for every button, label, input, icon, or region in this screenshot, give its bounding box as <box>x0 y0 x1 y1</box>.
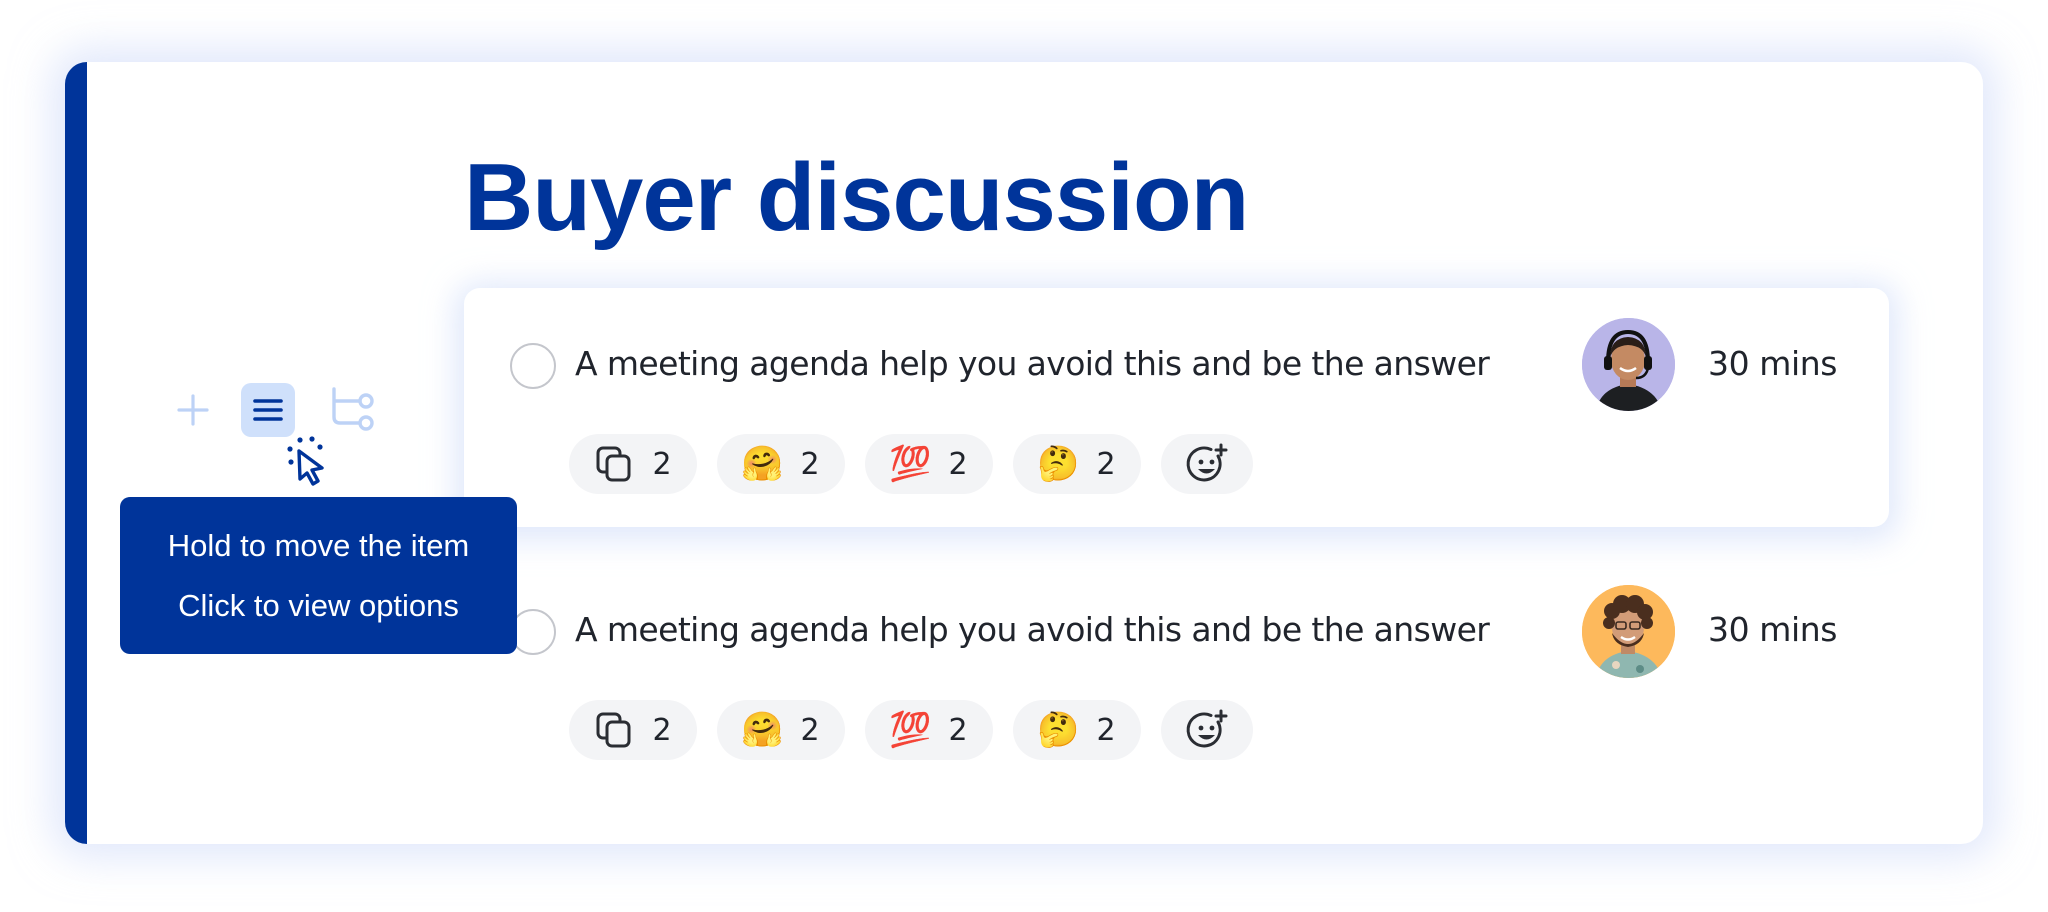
click-cursor-icon <box>287 436 324 486</box>
reaction-pill-hugging-face[interactable]: 🤗 2 <box>717 434 845 494</box>
hundred-points-emoji: 💯 <box>889 710 932 750</box>
reaction-count: 2 <box>800 712 820 748</box>
drag-handle-button[interactable] <box>241 383 295 437</box>
reaction-count: 2 <box>1096 712 1116 748</box>
reaction-pill-copies[interactable]: 2 <box>569 434 697 494</box>
add-reaction-icon <box>1186 443 1228 482</box>
reaction-pill-hugging-face[interactable]: 🤗 2 <box>717 700 845 760</box>
item-checkbox[interactable] <box>510 343 556 389</box>
add-item-button[interactable] <box>166 383 220 437</box>
thinking-face-emoji: 🤔 <box>1037 444 1080 484</box>
section-accent-bar <box>65 62 87 844</box>
avatar[interactable] <box>1582 318 1675 411</box>
agenda-item-text: A meeting agenda help you avoid this and… <box>575 344 1490 383</box>
reaction-count: 2 <box>948 712 968 748</box>
reactions-bar: 2 🤗 2 💯 2 🤔 2 <box>569 700 1253 760</box>
copy-icon <box>596 712 631 748</box>
reaction-count: 2 <box>948 446 968 482</box>
hamburger-menu-icon <box>253 399 283 421</box>
reactions-bar: 2 🤗 2 💯 2 🤔 2 <box>569 434 1253 494</box>
reaction-pill-thinking-face[interactable]: 🤔 2 <box>1013 434 1141 494</box>
reaction-pill-hundred-points[interactable]: 💯 2 <box>865 434 993 494</box>
hugging-face-emoji: 🤗 <box>741 710 784 750</box>
tooltip-line-hold: Hold to move the item <box>167 527 470 563</box>
item-duration: 30 mins <box>1708 610 1838 649</box>
branch-button[interactable] <box>326 383 380 437</box>
reaction-count: 2 <box>652 712 672 748</box>
reaction-pill-copies[interactable]: 2 <box>569 700 697 760</box>
branch-icon <box>332 387 374 431</box>
reaction-count: 2 <box>652 446 672 482</box>
reaction-pill-hundred-points[interactable]: 💯 2 <box>865 700 993 760</box>
copy-icon <box>596 446 631 482</box>
item-duration: 30 mins <box>1708 344 1838 383</box>
avatar-woman-headset-image <box>1582 318 1675 411</box>
add-reaction-button[interactable] <box>1161 434 1253 494</box>
agenda-item-text: A meeting agenda help you avoid this and… <box>575 610 1490 649</box>
avatar-curly-hair-man-image <box>1582 585 1675 678</box>
page-title: Buyer discussion <box>464 144 1249 251</box>
stage: Buyer discussion Hold to move the item C… <box>0 0 2048 912</box>
reaction-count: 2 <box>800 446 820 482</box>
reaction-pill-thinking-face[interactable]: 🤔 2 <box>1013 700 1141 760</box>
drag-tooltip: Hold to move the item Click to view opti… <box>120 497 517 654</box>
avatar[interactable] <box>1582 585 1675 678</box>
reaction-count: 2 <box>1096 446 1116 482</box>
hugging-face-emoji: 🤗 <box>741 444 784 484</box>
add-reaction-button[interactable] <box>1161 700 1253 760</box>
thinking-face-emoji: 🤔 <box>1037 710 1080 750</box>
add-reaction-icon <box>1186 709 1228 748</box>
plus-icon <box>177 394 209 426</box>
hundred-points-emoji: 💯 <box>889 444 932 484</box>
tooltip-line-click: Click to view options <box>178 587 459 623</box>
